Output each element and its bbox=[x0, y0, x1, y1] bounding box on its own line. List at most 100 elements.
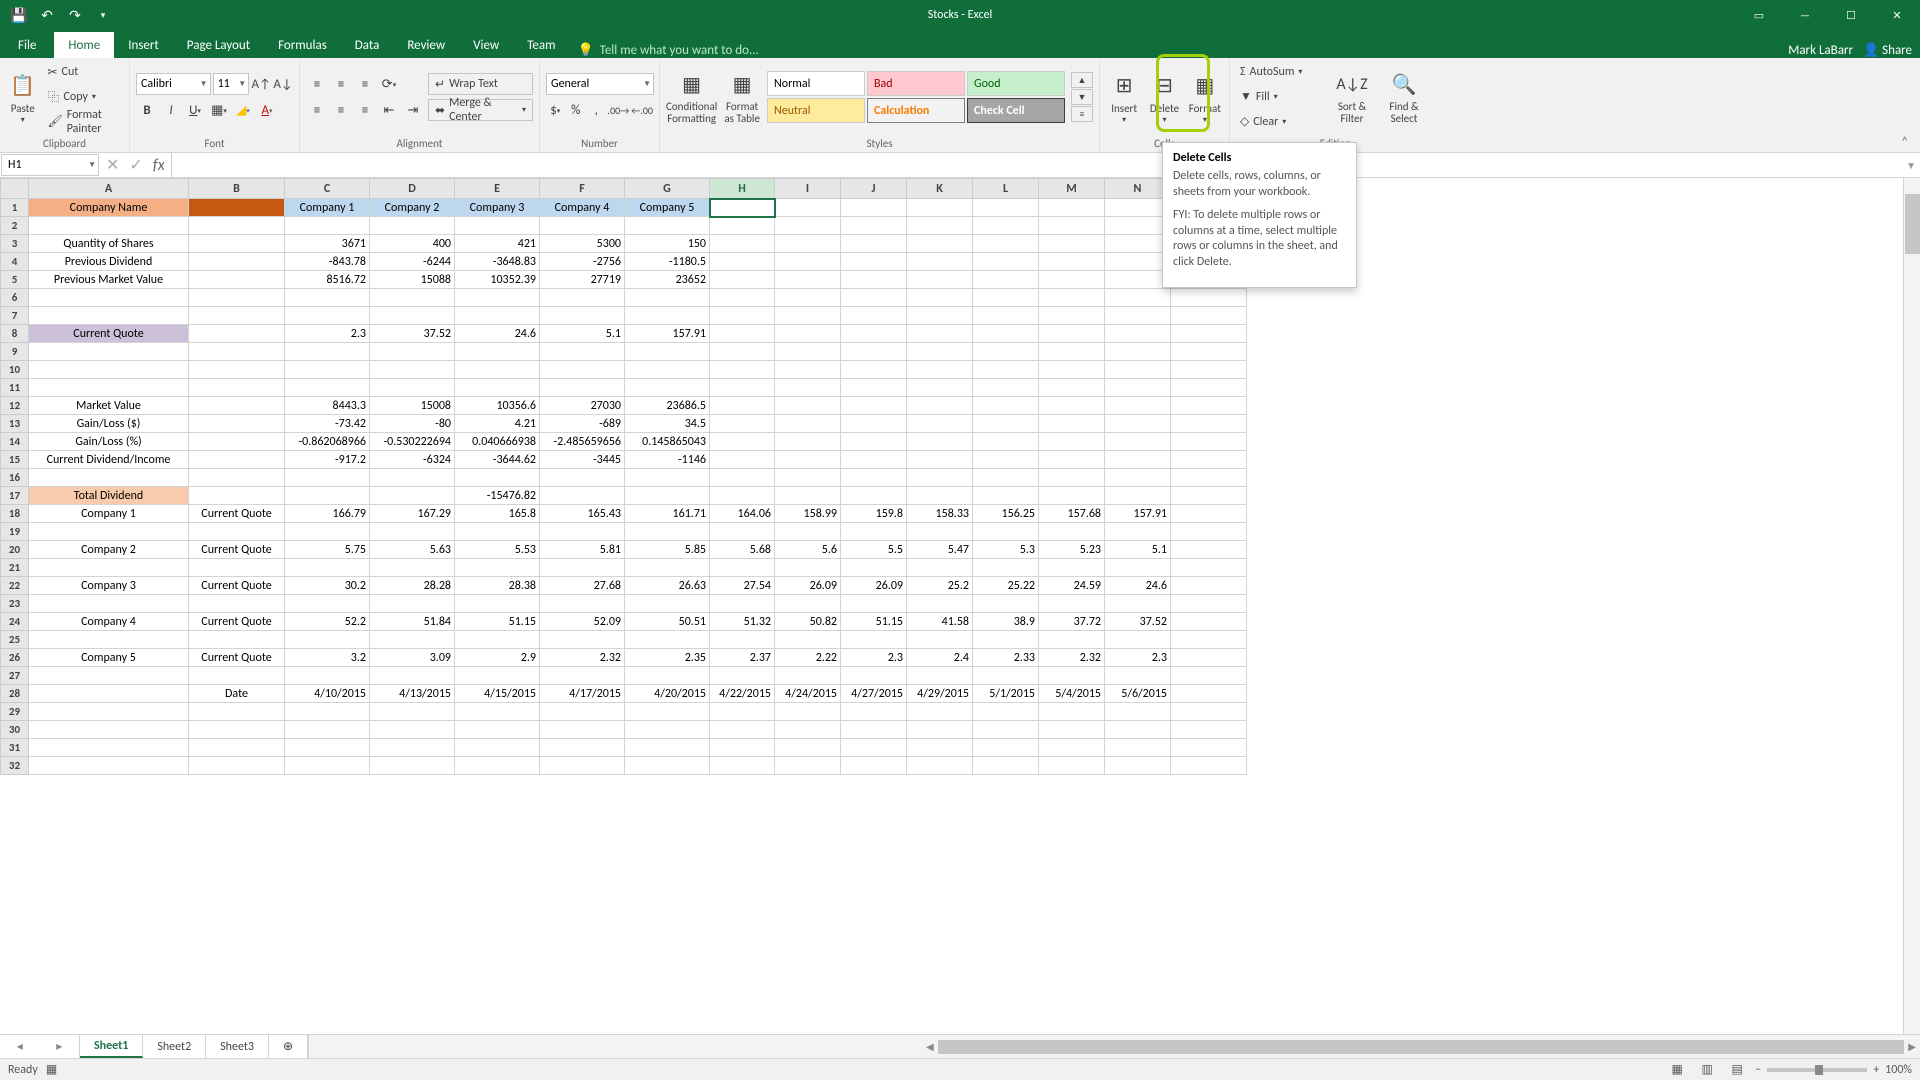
autosum-button[interactable]: ΣAutoSum▾ bbox=[1236, 61, 1324, 83]
cell-L6[interactable] bbox=[973, 289, 1039, 307]
cell-H2[interactable] bbox=[710, 217, 775, 235]
row-header-15[interactable]: 15 bbox=[1, 451, 29, 469]
format-as-table-button[interactable]: ▦Format as Table bbox=[721, 69, 763, 125]
cell-F16[interactable] bbox=[540, 469, 625, 487]
cell-J7[interactable] bbox=[841, 307, 907, 325]
cell-M29[interactable] bbox=[1039, 703, 1105, 721]
cell-F15[interactable]: -3445 bbox=[540, 451, 625, 469]
cell-N12[interactable] bbox=[1105, 397, 1171, 415]
cell-E5[interactable]: 10352.39 bbox=[455, 271, 540, 289]
cell-B12[interactable] bbox=[189, 397, 285, 415]
cell-M17[interactable] bbox=[1039, 487, 1105, 505]
cell-B7[interactable] bbox=[189, 307, 285, 325]
cell-H23[interactable] bbox=[710, 595, 775, 613]
cell-I17[interactable] bbox=[775, 487, 841, 505]
cell-H5[interactable] bbox=[710, 271, 775, 289]
cell-I11[interactable] bbox=[775, 379, 841, 397]
cell-J2[interactable] bbox=[841, 217, 907, 235]
cell-L12[interactable] bbox=[973, 397, 1039, 415]
cell-G28[interactable]: 4/20/2015 bbox=[625, 685, 710, 703]
row-header-16[interactable]: 16 bbox=[1, 469, 29, 487]
cell-G12[interactable]: 23686.5 bbox=[625, 397, 710, 415]
styles-scroll-down-icon[interactable]: ▼ bbox=[1071, 89, 1093, 105]
cell-D20[interactable]: 5.63 bbox=[370, 541, 455, 559]
cell-H14[interactable] bbox=[710, 433, 775, 451]
cell-R24[interactable] bbox=[1171, 613, 1247, 631]
cell-G3[interactable]: 150 bbox=[625, 235, 710, 253]
cell-H16[interactable] bbox=[710, 469, 775, 487]
expand-formula-bar-icon[interactable]: ▼ bbox=[1906, 159, 1916, 172]
column-header-L[interactable]: L bbox=[973, 179, 1039, 199]
cell-I6[interactable] bbox=[775, 289, 841, 307]
cell-M14[interactable] bbox=[1039, 433, 1105, 451]
cell-I30[interactable] bbox=[775, 721, 841, 739]
cell-F24[interactable]: 52.09 bbox=[540, 613, 625, 631]
cell-E14[interactable]: 0.040666938 bbox=[455, 433, 540, 451]
cell-J14[interactable] bbox=[841, 433, 907, 451]
cell-H9[interactable] bbox=[710, 343, 775, 361]
cell-G22[interactable]: 26.63 bbox=[625, 577, 710, 595]
cell-D27[interactable] bbox=[370, 667, 455, 685]
cell-H26[interactable]: 2.37 bbox=[710, 649, 775, 667]
cell-C30[interactable] bbox=[285, 721, 370, 739]
cell-B28[interactable]: Date bbox=[189, 685, 285, 703]
cell-D25[interactable] bbox=[370, 631, 455, 649]
cell-K24[interactable]: 41.58 bbox=[907, 613, 973, 631]
sheet-tab-sheet2[interactable]: Sheet2 bbox=[143, 1035, 206, 1058]
cell-A10[interactable] bbox=[29, 361, 189, 379]
cell-R17[interactable] bbox=[1171, 487, 1247, 505]
row-header-29[interactable]: 29 bbox=[1, 703, 29, 721]
cell-K31[interactable] bbox=[907, 739, 973, 757]
cell-N8[interactable] bbox=[1105, 325, 1171, 343]
cell-M4[interactable] bbox=[1039, 253, 1105, 271]
cell-L15[interactable] bbox=[973, 451, 1039, 469]
cell-J8[interactable] bbox=[841, 325, 907, 343]
cell-H27[interactable] bbox=[710, 667, 775, 685]
cell-J11[interactable] bbox=[841, 379, 907, 397]
cell-K5[interactable] bbox=[907, 271, 973, 289]
cell-C21[interactable] bbox=[285, 559, 370, 577]
cell-M13[interactable] bbox=[1039, 415, 1105, 433]
column-header-D[interactable]: D bbox=[370, 179, 455, 199]
cell-F27[interactable] bbox=[540, 667, 625, 685]
cell-J13[interactable] bbox=[841, 415, 907, 433]
cell-L8[interactable] bbox=[973, 325, 1039, 343]
currency-icon[interactable]: $▾ bbox=[546, 99, 565, 121]
cell-C20[interactable]: 5.75 bbox=[285, 541, 370, 559]
cell-L19[interactable] bbox=[973, 523, 1039, 541]
tab-view[interactable]: View bbox=[459, 32, 513, 58]
cell-E23[interactable] bbox=[455, 595, 540, 613]
row-header-6[interactable]: 6 bbox=[1, 289, 29, 307]
cell-K23[interactable] bbox=[907, 595, 973, 613]
cell-I19[interactable] bbox=[775, 523, 841, 541]
cell-E2[interactable] bbox=[455, 217, 540, 235]
cell-D4[interactable]: -6244 bbox=[370, 253, 455, 271]
cell-E19[interactable] bbox=[455, 523, 540, 541]
cell-D18[interactable]: 167.29 bbox=[370, 505, 455, 523]
cell-K11[interactable] bbox=[907, 379, 973, 397]
cell-N17[interactable] bbox=[1105, 487, 1171, 505]
cell-G10[interactable] bbox=[625, 361, 710, 379]
cell-H21[interactable] bbox=[710, 559, 775, 577]
tab-team[interactable]: Team bbox=[513, 32, 569, 58]
cell-D15[interactable]: -6324 bbox=[370, 451, 455, 469]
cell-B30[interactable] bbox=[189, 721, 285, 739]
cell-H13[interactable] bbox=[710, 415, 775, 433]
cell-F7[interactable] bbox=[540, 307, 625, 325]
cell-F25[interactable] bbox=[540, 631, 625, 649]
format-painter-button[interactable]: 🖌Format Painter bbox=[43, 111, 123, 133]
cell-R8[interactable] bbox=[1171, 325, 1247, 343]
cell-J18[interactable]: 159.8 bbox=[841, 505, 907, 523]
style-calculation[interactable]: Calculation bbox=[867, 98, 965, 123]
border-button[interactable]: ▦▾ bbox=[208, 99, 230, 121]
cell-J23[interactable] bbox=[841, 595, 907, 613]
cell-A20[interactable]: Company 2 bbox=[29, 541, 189, 559]
cell-C29[interactable] bbox=[285, 703, 370, 721]
cell-K16[interactable] bbox=[907, 469, 973, 487]
cell-M25[interactable] bbox=[1039, 631, 1105, 649]
cell-N2[interactable] bbox=[1105, 217, 1171, 235]
cell-R15[interactable] bbox=[1171, 451, 1247, 469]
cell-L17[interactable] bbox=[973, 487, 1039, 505]
sort-filter-button[interactable]: A↓ZSort & Filter bbox=[1328, 60, 1376, 134]
row-header-32[interactable]: 32 bbox=[1, 757, 29, 775]
